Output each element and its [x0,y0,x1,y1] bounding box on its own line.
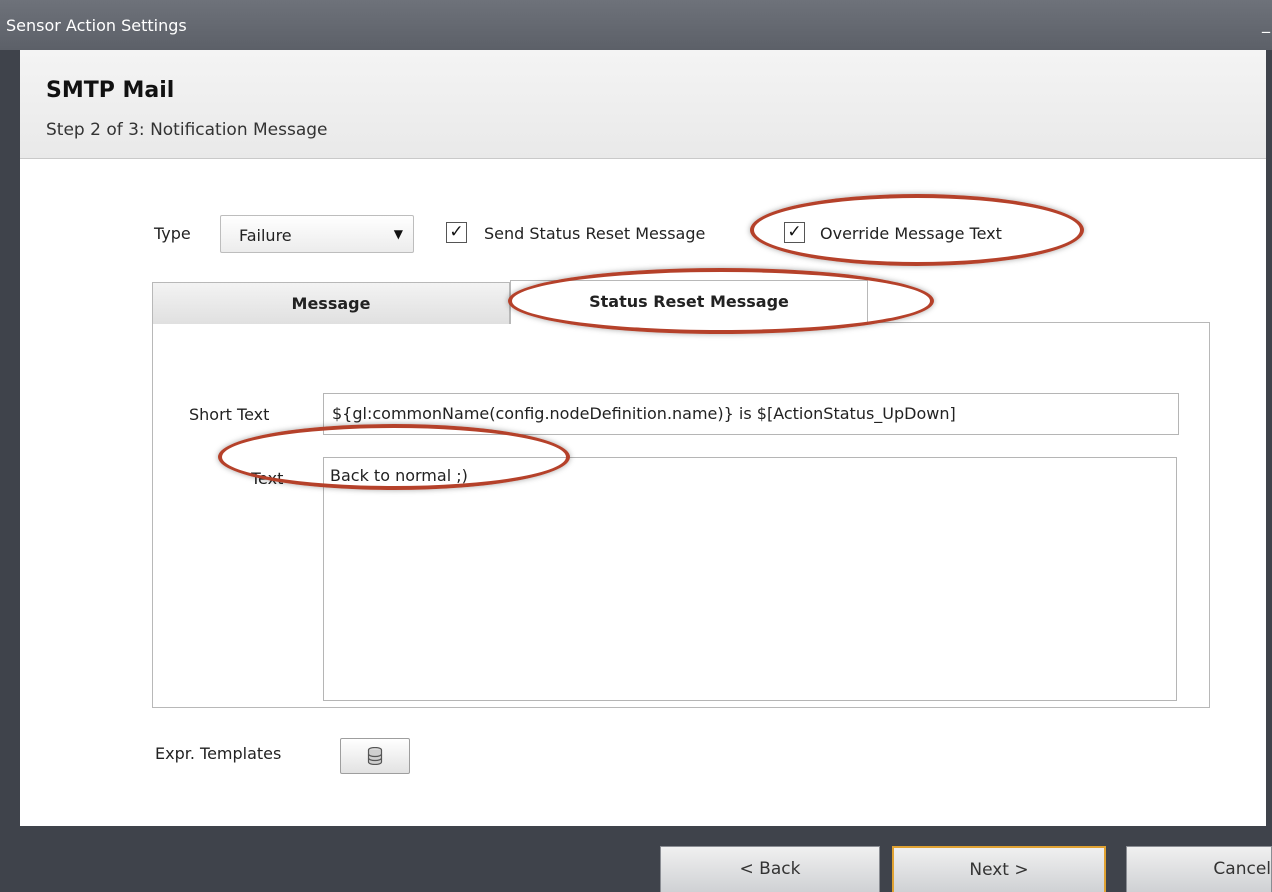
next-button[interactable]: Next > [892,846,1106,892]
page-title: SMTP Mail [46,78,175,103]
tab-message[interactable]: Message [152,282,510,324]
back-button[interactable]: < Back [660,846,880,892]
cancel-button[interactable]: Cancel [1126,846,1272,892]
type-label: Type [154,224,191,243]
expr-templates-button[interactable] [340,738,410,774]
tab-status-reset-message[interactable]: Status Reset Message [510,280,868,324]
tab-panel: Short Text ${gl:commonName(config.nodeDe… [152,322,1210,708]
type-dropdown[interactable]: Failure ▼ [220,215,414,253]
send-status-reset-checkbox[interactable]: ✓ [446,222,467,243]
dialog-panel: SMTP Mail Step 2 of 3: Notification Mess… [20,50,1266,826]
wizard-header: SMTP Mail Step 2 of 3: Notification Mess… [20,50,1266,159]
override-message-label[interactable]: Override Message Text [820,224,1002,243]
database-icon [367,747,383,765]
override-message-checkbox[interactable]: ✓ [784,222,805,243]
text-textarea[interactable]: Back to normal ;) [323,457,1177,701]
send-status-reset-label[interactable]: Send Status Reset Message [484,224,705,243]
short-text-label: Short Text [189,405,270,424]
short-text-input[interactable]: ${gl:commonName(config.nodeDefinition.na… [323,393,1179,435]
text-label: Text [251,469,284,488]
minimize-button[interactable]: _ [1262,14,1270,33]
step-indicator: Step 2 of 3: Notification Message [46,120,328,140]
window-title: Sensor Action Settings [6,16,187,35]
chevron-down-icon: ▼ [393,227,403,241]
type-dropdown-value: Failure [239,226,292,245]
window-titlebar: Sensor Action Settings _ [0,0,1272,50]
expr-templates-label: Expr. Templates [155,744,282,763]
